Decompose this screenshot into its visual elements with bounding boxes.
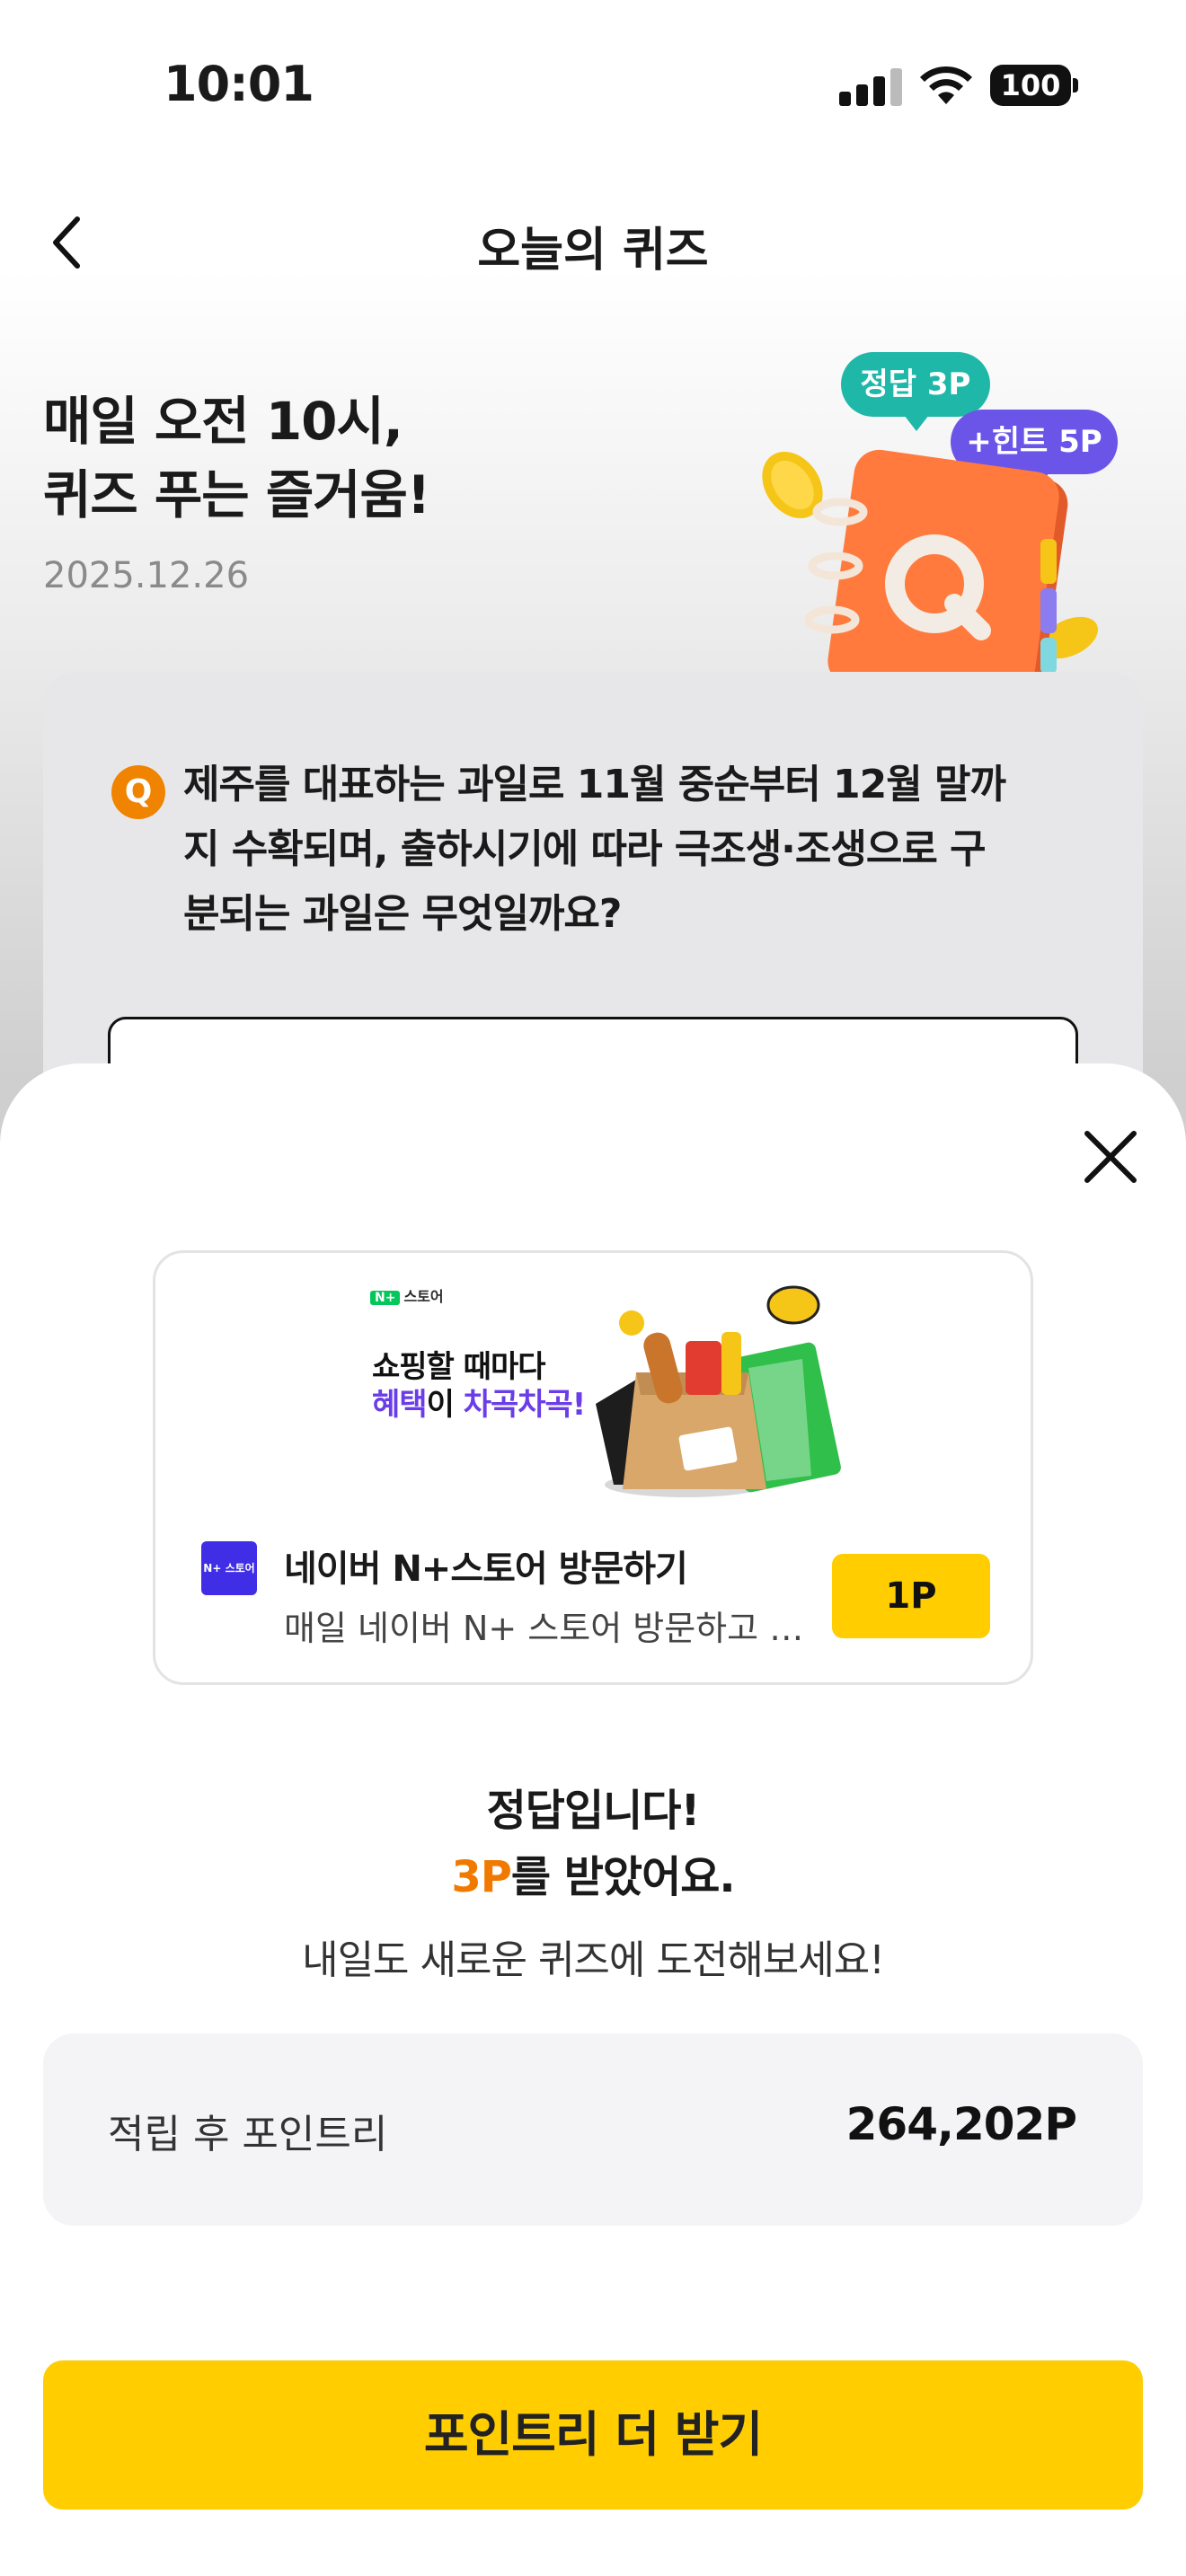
result-subtitle: 내일도 새로운 퀴즈에 도전해보세요! bbox=[302, 1937, 885, 1983]
question-marker: Q bbox=[111, 765, 165, 819]
get-more-points-button[interactable]: 포인트리 더 받기 bbox=[43, 2360, 1143, 2510]
result-title: 정답입니다! bbox=[486, 1786, 701, 1836]
status-time: 10:01 bbox=[164, 56, 314, 112]
question-line: 지 수확되며, 출하시기에 따라 극조생·조생으로 구 bbox=[183, 826, 987, 872]
cellular-signal-icon bbox=[839, 66, 902, 106]
ad-description: 매일 네이버 N+ 스토어 방문하고 포인트 받기 bbox=[284, 1609, 805, 1648]
quiz-date: 2025.12.26 bbox=[43, 555, 250, 596]
wifi-icon bbox=[920, 66, 972, 104]
status-bar: 10:01 100 bbox=[0, 0, 1186, 171]
ad-tagline-emphasis: 차곡차곡! bbox=[463, 1387, 587, 1423]
page-title: 오늘의 퀴즈 bbox=[477, 224, 709, 278]
answer-points-badge: 정답 3P bbox=[841, 352, 990, 431]
balance-label: 적립 후 포인트리 bbox=[108, 2112, 388, 2157]
headline-line: 퀴즈 푸는 즐거움! bbox=[43, 464, 430, 525]
ad-title: 네이버 N+스토어 방문하기 bbox=[284, 1548, 688, 1590]
store-logo: N+ 스토어 bbox=[370, 1284, 444, 1305]
store-app-icon: N+ 스토어 bbox=[201, 1541, 257, 1595]
quiz-headline: 매일 오전 10시, 퀴즈 푸는 즐거움! bbox=[43, 384, 430, 532]
battery-icon: 100 bbox=[990, 65, 1078, 106]
ad-tagline-2: 혜택이 차곡차곡! bbox=[372, 1380, 587, 1424]
store-logo-mark: N+ bbox=[370, 1291, 401, 1305]
question-text: 제주를 대표하는 과일로 11월 중순부터 12월 말까 지 수확되며, 출하시… bbox=[183, 753, 1073, 947]
close-icon[interactable] bbox=[1076, 1123, 1145, 1191]
visit-store-point-button[interactable]: 1P bbox=[832, 1554, 990, 1638]
earned-points: 3P bbox=[451, 1852, 512, 1902]
question-line: 분되는 과일은 무엇일까요? bbox=[183, 891, 622, 937]
result-points-message: 3P를 받았어요. bbox=[0, 1841, 1186, 1904]
result-points-suffix: 를 받았어요. bbox=[510, 1852, 736, 1902]
ad-tagline-benefit: 혜택 bbox=[372, 1387, 428, 1423]
headline-line: 매일 오전 10시, bbox=[43, 391, 403, 452]
store-logo-text: 스토어 bbox=[403, 1288, 444, 1305]
ad-tagline-particle: 이 bbox=[426, 1387, 464, 1423]
balance-value: 264,202P bbox=[845, 2098, 1077, 2150]
question-line: 제주를 대표하는 과일로 11월 중순부터 12월 말까 bbox=[183, 762, 1006, 807]
